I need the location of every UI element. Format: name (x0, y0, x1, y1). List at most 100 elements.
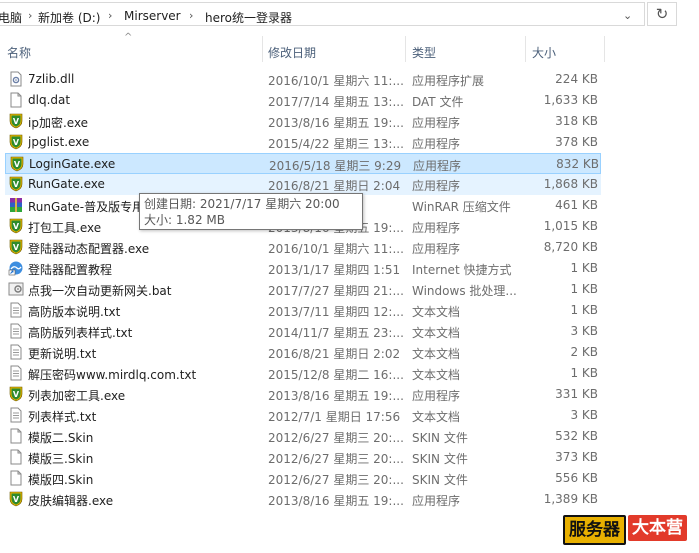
column-header-size[interactable]: 大小 (532, 44, 556, 61)
shield-exe-icon: V (8, 176, 24, 192)
file-type: 应用程序 (412, 494, 461, 508)
file-row[interactable]: Vip加密.exe 2013/8/16 星期五 19:... 应用程序 318 KB (5, 111, 601, 132)
watermark-logo: 大本营 (628, 515, 687, 541)
file-row[interactable]: 高防版本说明.txt 2013/7/11 星期四 12:... 文本文档 1 KB (5, 300, 601, 321)
file-row[interactable]: V 列表加密工具.exe 2013/8/16 星期五 19:... 应用程序 331 K… (5, 384, 601, 405)
file-date: 2016/8/21 星期日 2:04 (268, 179, 401, 193)
file-type: DAT 文件 (412, 95, 464, 109)
file-row[interactable]: 7zlib.dll 2016/10/1 星期六 11:... 应用程序扩展 224 K… (5, 69, 601, 90)
file-type: SKIN 文件 (412, 452, 468, 466)
file-date: 2015/12/8 星期二 16:... (268, 368, 404, 382)
chevron-right-icon[interactable]: › (108, 9, 112, 22)
file-type: 文本文档 (412, 305, 461, 319)
file-type: 应用程序 (412, 389, 461, 403)
file-size: 1,015 KB (543, 219, 598, 233)
file-size: 832 KB (556, 157, 599, 171)
file-type: 应用程序 (412, 242, 461, 256)
text-file-icon (8, 323, 24, 339)
svg-text:V: V (13, 495, 20, 504)
shield-exe-icon: V (8, 386, 24, 402)
file-name: 高防版本说明.txt (28, 305, 121, 319)
file-type: 应用程序 (412, 221, 461, 235)
file-row[interactable]: V 皮肤编辑器.exe 2013/8/16 星期五 19:... 应用程序 1,389 … (5, 489, 601, 510)
blank-file-icon (8, 470, 24, 486)
file-size: 1 KB (570, 303, 598, 317)
file-name: 模版四.Skin (28, 473, 94, 487)
file-type: 应用程序 (412, 179, 461, 193)
column-divider[interactable] (525, 36, 526, 62)
file-type: Windows 批处理... (412, 284, 517, 298)
file-row[interactable]: Vjpglist.exe 2015/4/22 星期三 13:... 应用程序 378 … (5, 132, 601, 153)
svg-text:V: V (13, 390, 20, 399)
file-date: 2013/8/16 星期五 19:... (268, 389, 404, 403)
column-header-date[interactable]: 修改日期 (268, 44, 316, 61)
text-file-icon (8, 302, 24, 318)
tooltip-size: 大小: 1.82 MB (144, 213, 225, 227)
file-size: 1 KB (570, 366, 598, 380)
file-size: 224 KB (555, 72, 598, 86)
file-row[interactable]: 模版四.Skin 2012/6/27 星期三 20:... SKIN 文件 556 K… (5, 468, 601, 489)
column-divider[interactable] (262, 36, 263, 62)
file-row[interactable]: 高防版列表样式.txt 2014/11/7 星期五 23:... 文本文档 3 KB (5, 321, 601, 342)
breadcrumb-mirserver[interactable]: Mirserver (124, 9, 181, 23)
chevron-right-icon[interactable]: › (189, 9, 193, 22)
file-date: 2014/11/7 星期五 23:... (268, 326, 404, 340)
file-date: 2016/10/1 星期六 11:... (268, 242, 404, 256)
file-type: 应用程序 (413, 159, 462, 173)
file-row[interactable]: 更新说明.txt 2016/8/21 星期日 2:02 文本文档 2 KB (5, 342, 601, 363)
file-row[interactable]: 列表样式.txt 2012/7/1 星期日 17:56 文本文档 3 KB (5, 405, 601, 426)
file-name: 列表样式.txt (28, 410, 97, 424)
file-row[interactable]: 登陆器配置教程 2013/1/17 星期四 1:51 Internet 快捷方式 1 … (5, 258, 601, 279)
file-row[interactable]: 模版二.Skin 2012/6/27 星期三 20:... SKIN 文件 532 K… (5, 426, 601, 447)
file-size: 532 KB (555, 429, 598, 443)
text-file-icon (8, 344, 24, 360)
file-name: 模版二.Skin (28, 431, 94, 445)
file-date: 2016/5/18 星期三 9:29 (269, 159, 402, 173)
text-file-icon (8, 407, 24, 423)
file-row[interactable]: 解压密码www.mirdlq.com.txt 2015/12/8 星期二 16:.… (5, 363, 601, 384)
file-size: 2 KB (570, 345, 598, 359)
column-header-name[interactable]: 名称 (7, 44, 31, 61)
file-type: 文本文档 (412, 326, 461, 340)
file-name: LoginGate.exe (29, 157, 116, 171)
file-type: SKIN 文件 (412, 473, 468, 487)
chevron-right-icon[interactable]: › (28, 9, 32, 22)
refresh-button[interactable]: ↻ (647, 2, 677, 26)
file-size: 556 KB (555, 471, 598, 485)
watermark-text: 大本营 (632, 518, 683, 538)
file-type: 应用程序 (412, 137, 461, 151)
column-header-type[interactable]: 类型 (412, 44, 436, 61)
file-date: 2012/6/27 星期三 20:... (268, 473, 404, 487)
tooltip-created-date: 创建日期: 2021/7/17 星期六 20:00 (144, 197, 340, 211)
file-date: 2016/8/21 星期日 2:02 (268, 347, 401, 361)
file-type: 应用程序扩展 (412, 74, 485, 88)
file-row[interactable]: V LoginGate.exe 2016/5/18 星期三 9:29 应用程序 832 … (5, 153, 601, 174)
file-type: 文本文档 (412, 368, 461, 382)
file-date: 2013/8/16 星期五 19:... (268, 494, 404, 508)
column-divider[interactable] (604, 36, 605, 62)
batch-file-icon (8, 281, 24, 297)
file-row[interactable]: dlq.dat 2017/7/14 星期五 13:... DAT 文件 1,633 K… (5, 90, 601, 111)
file-row[interactable]: V 登陆器动态配置器.exe 2016/10/1 星期六 11:... 应用程序 8,7… (5, 237, 601, 258)
column-divider[interactable] (405, 36, 406, 62)
refresh-icon: ↻ (655, 5, 669, 23)
file-row[interactable]: V RunGate.exe 2016/8/21 星期日 2:04 应用程序 1,868 … (5, 174, 601, 195)
file-date: 2012/6/27 星期三 20:... (268, 431, 404, 445)
file-type: 应用程序 (412, 116, 461, 130)
file-size: 1,633 KB (543, 93, 598, 107)
file-name: 列表加密工具.exe (28, 389, 126, 403)
breadcrumb[interactable]: 电脑 › 新加卷 (D:) › Mirserver › hero统一登录器 ⌄ (0, 2, 645, 26)
breadcrumb-current-folder[interactable]: hero统一登录器 (205, 9, 292, 26)
file-row[interactable]: 点我一次自动更新网关.bat 2017/7/27 星期四 21:... Window… (5, 279, 601, 300)
file-name: 皮肤编辑器.exe (28, 494, 114, 508)
file-size: 1,868 KB (543, 177, 598, 191)
file-row[interactable]: 模版三.Skin 2012/6/27 星期三 20:... SKIN 文件 373 K… (5, 447, 601, 468)
breadcrumb-computer[interactable]: 电脑 (0, 9, 22, 26)
sort-ascending-icon: ^ (124, 32, 133, 43)
file-name: 高防版列表样式.txt (28, 326, 133, 340)
chevron-down-icon[interactable]: ⌄ (623, 9, 632, 22)
file-size: 378 KB (555, 135, 598, 149)
text-file-icon (8, 365, 24, 381)
shield-exe-icon: V (9, 156, 25, 172)
breadcrumb-drive[interactable]: 新加卷 (D:) (38, 9, 100, 26)
